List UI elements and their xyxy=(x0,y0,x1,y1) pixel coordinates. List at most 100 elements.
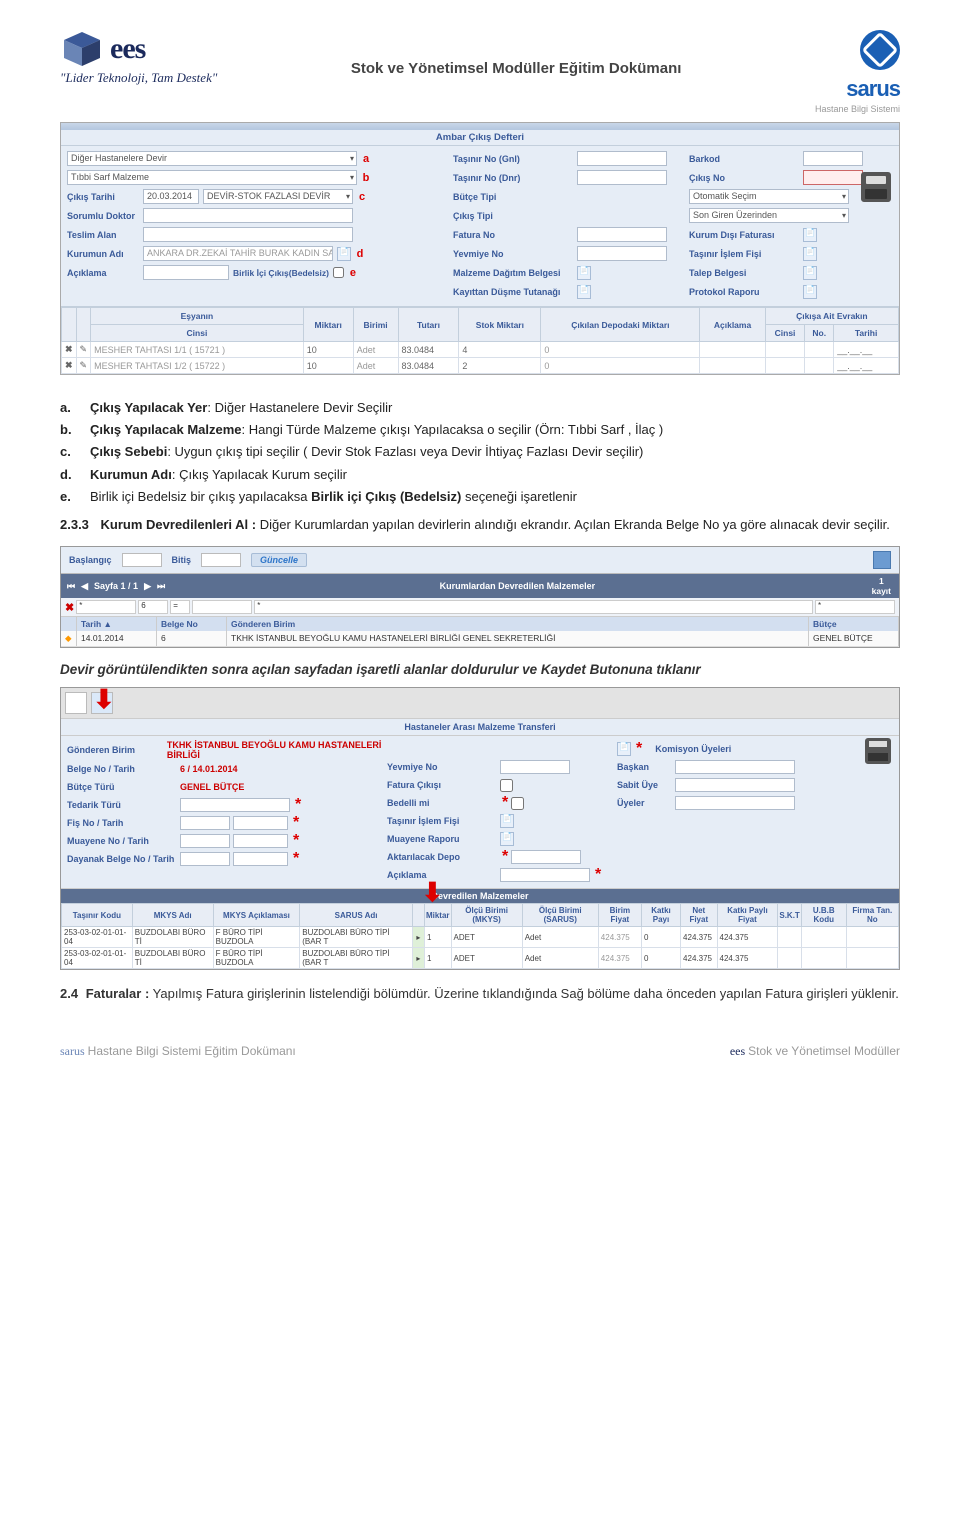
cell-skt[interactable] xyxy=(778,927,801,948)
yevmiye-no-input[interactable] xyxy=(577,246,667,261)
delete-row-icon[interactable]: ✖ xyxy=(62,342,77,358)
cell-mkys-adi: BUZDOLABI BÜRO Tİ xyxy=(132,927,213,948)
cell-ubb[interactable] xyxy=(801,948,846,969)
annotation-d: d xyxy=(355,248,365,260)
table-row[interactable]: 253-03-02-01-01-04BUZDOLABI BÜRO TİF BÜR… xyxy=(62,948,899,969)
aciklama-input[interactable] xyxy=(500,868,590,882)
th-tarih[interactable]: Tarih ▲ xyxy=(77,617,157,631)
cell-miktar[interactable]: 10 xyxy=(303,358,353,374)
cell-aciklama[interactable] xyxy=(700,342,765,358)
butce-tipi-select[interactable]: Otomatik Seçim xyxy=(689,189,849,204)
bitis-input[interactable] xyxy=(201,553,241,567)
document-icon[interactable] xyxy=(803,266,817,280)
pager-first-icon[interactable]: ⏮ xyxy=(67,581,75,592)
tasinir-gnl-label: Taşınır No (Gnl) xyxy=(453,154,573,164)
kurumun-adi-input[interactable]: ANKARA DR.ZEKAİ TAHİR BURAK KADIN SAĞLIĞ… xyxy=(143,246,333,261)
dayanak-no-input[interactable] xyxy=(180,852,230,866)
document-icon[interactable] xyxy=(803,247,817,261)
th-miktari: Miktarı xyxy=(303,308,353,342)
printer-icon[interactable] xyxy=(861,172,891,202)
cikis-tarihi-input[interactable]: 20.03.2014 xyxy=(143,189,199,204)
teslim-alan-input[interactable] xyxy=(143,227,353,242)
cell-ubb[interactable] xyxy=(801,927,846,948)
yevmiye-input[interactable] xyxy=(500,760,570,774)
cikis-tipi-select[interactable]: Son Giren Üzerinden xyxy=(689,208,849,223)
tasinir-gnl-input[interactable] xyxy=(577,151,667,166)
aciklama-input[interactable] xyxy=(143,265,229,280)
dropdown-malzeme-tur[interactable]: Tıbbi Sarf Malzeme xyxy=(67,170,357,185)
toolbar-btn-1[interactable] xyxy=(65,692,87,714)
barkod-input[interactable] xyxy=(803,151,863,166)
action-icon[interactable] xyxy=(873,551,891,569)
printer-icon[interactable] xyxy=(865,738,891,764)
th-belge-no[interactable]: Belge No xyxy=(157,617,227,631)
filter-4[interactable]: * xyxy=(254,600,813,614)
filter-2[interactable]: 6 xyxy=(138,600,168,614)
lookup-icon[interactable] xyxy=(617,742,631,756)
cell-miktar[interactable]: 10 xyxy=(303,342,353,358)
filter-1[interactable]: * xyxy=(76,600,136,614)
bedelli-checkbox[interactable] xyxy=(511,797,524,810)
para-24-bold: Faturalar : xyxy=(86,986,150,1001)
baslangic-input[interactable] xyxy=(122,553,162,567)
baskan-input[interactable] xyxy=(675,760,795,774)
cikis-no-input[interactable] xyxy=(803,170,863,185)
filter-op[interactable]: = xyxy=(170,600,190,614)
fis-tarih-input[interactable] xyxy=(233,816,288,830)
cell-evrak-cinsi[interactable] xyxy=(765,358,805,374)
cell-evrak-no[interactable] xyxy=(805,342,834,358)
cell-evrak-tarih[interactable]: __.__.__ xyxy=(834,342,899,358)
delete-row-icon[interactable]: ✖ xyxy=(62,358,77,374)
th-tutari: Tutarı xyxy=(398,308,459,342)
table-row[interactable]: ✖✎MESHER TAHTASI 1/1 ( 15721 )10Adet83.0… xyxy=(62,342,899,358)
dayanak-tarih-input[interactable] xyxy=(233,852,288,866)
edit-row-icon[interactable]: ✎ xyxy=(76,342,91,358)
cell-evrak-tarih[interactable]: __.__.__ xyxy=(834,358,899,374)
depo-input[interactable] xyxy=(511,850,581,864)
lookup-cell-icon[interactable]: ▸ xyxy=(412,927,424,948)
lookup-cell-icon[interactable]: ▸ xyxy=(412,948,424,969)
cell-firma[interactable] xyxy=(846,948,898,969)
document-icon[interactable] xyxy=(500,832,514,846)
required-star: * xyxy=(293,814,299,832)
document-icon[interactable] xyxy=(803,285,817,299)
fis-no-input[interactable] xyxy=(180,816,230,830)
muayene-no-input[interactable] xyxy=(180,834,230,848)
document-icon[interactable] xyxy=(500,814,514,828)
ees-brand: ees xyxy=(110,32,145,66)
pager-prev-icon[interactable]: ◀ xyxy=(81,581,88,592)
sorumlu-doktor-input[interactable] xyxy=(143,208,353,223)
sabit-uye-input[interactable] xyxy=(675,778,795,792)
tasinir-dnr-input[interactable] xyxy=(577,170,667,185)
uyeler-input[interactable] xyxy=(675,796,795,810)
pager-last-icon[interactable]: ⏭ xyxy=(157,581,165,592)
fatura-no-input[interactable] xyxy=(577,227,667,242)
birlik-ici-checkbox[interactable] xyxy=(333,267,344,278)
clear-filter-icon[interactable]: ✖ xyxy=(65,601,74,614)
cell-evrak-no[interactable] xyxy=(805,358,834,374)
filter-3[interactable] xyxy=(192,600,252,614)
cell-evrak-cinsi[interactable] xyxy=(765,342,805,358)
lookup-icon[interactable] xyxy=(337,247,351,261)
cell-skt[interactable] xyxy=(778,948,801,969)
devir-sebep-select[interactable]: DEVİR-STOK FAZLASI DEVİR xyxy=(203,189,353,204)
pager-next-icon[interactable]: ▶ xyxy=(144,581,151,592)
table-row[interactable]: ✖✎MESHER TAHTASI 1/2 ( 15722 )10Adet83.0… xyxy=(62,358,899,374)
ss2-row[interactable]: ◆ 14.01.2014 6 TKHK İSTANBUL BEYOĞLU KAM… xyxy=(61,631,899,647)
tedarik-input[interactable] xyxy=(180,798,290,812)
edit-row-icon[interactable]: ✎ xyxy=(76,358,91,374)
th-butce[interactable]: Bütçe xyxy=(809,617,899,631)
tasinir-dnr-label: Taşınır No (Dnr) xyxy=(453,173,573,183)
fatura-checkbox[interactable] xyxy=(500,779,513,792)
document-icon[interactable] xyxy=(577,285,591,299)
filter-5[interactable]: * xyxy=(815,600,895,614)
dropdown-cikis-yer[interactable]: Diğer Hastanelere Devir xyxy=(67,151,357,166)
document-icon[interactable] xyxy=(803,228,817,242)
guncelle-button[interactable]: Güncelle xyxy=(251,553,307,567)
cell-aciklama[interactable] xyxy=(700,358,765,374)
table-row[interactable]: 253-03-02-01-01-04BUZDOLABI BÜRO TİF BÜR… xyxy=(62,927,899,948)
document-icon[interactable] xyxy=(577,266,591,280)
th-gonderen[interactable]: Gönderen Birim xyxy=(227,617,809,631)
muayene-tarih-input[interactable] xyxy=(233,834,288,848)
cell-firma[interactable] xyxy=(846,927,898,948)
